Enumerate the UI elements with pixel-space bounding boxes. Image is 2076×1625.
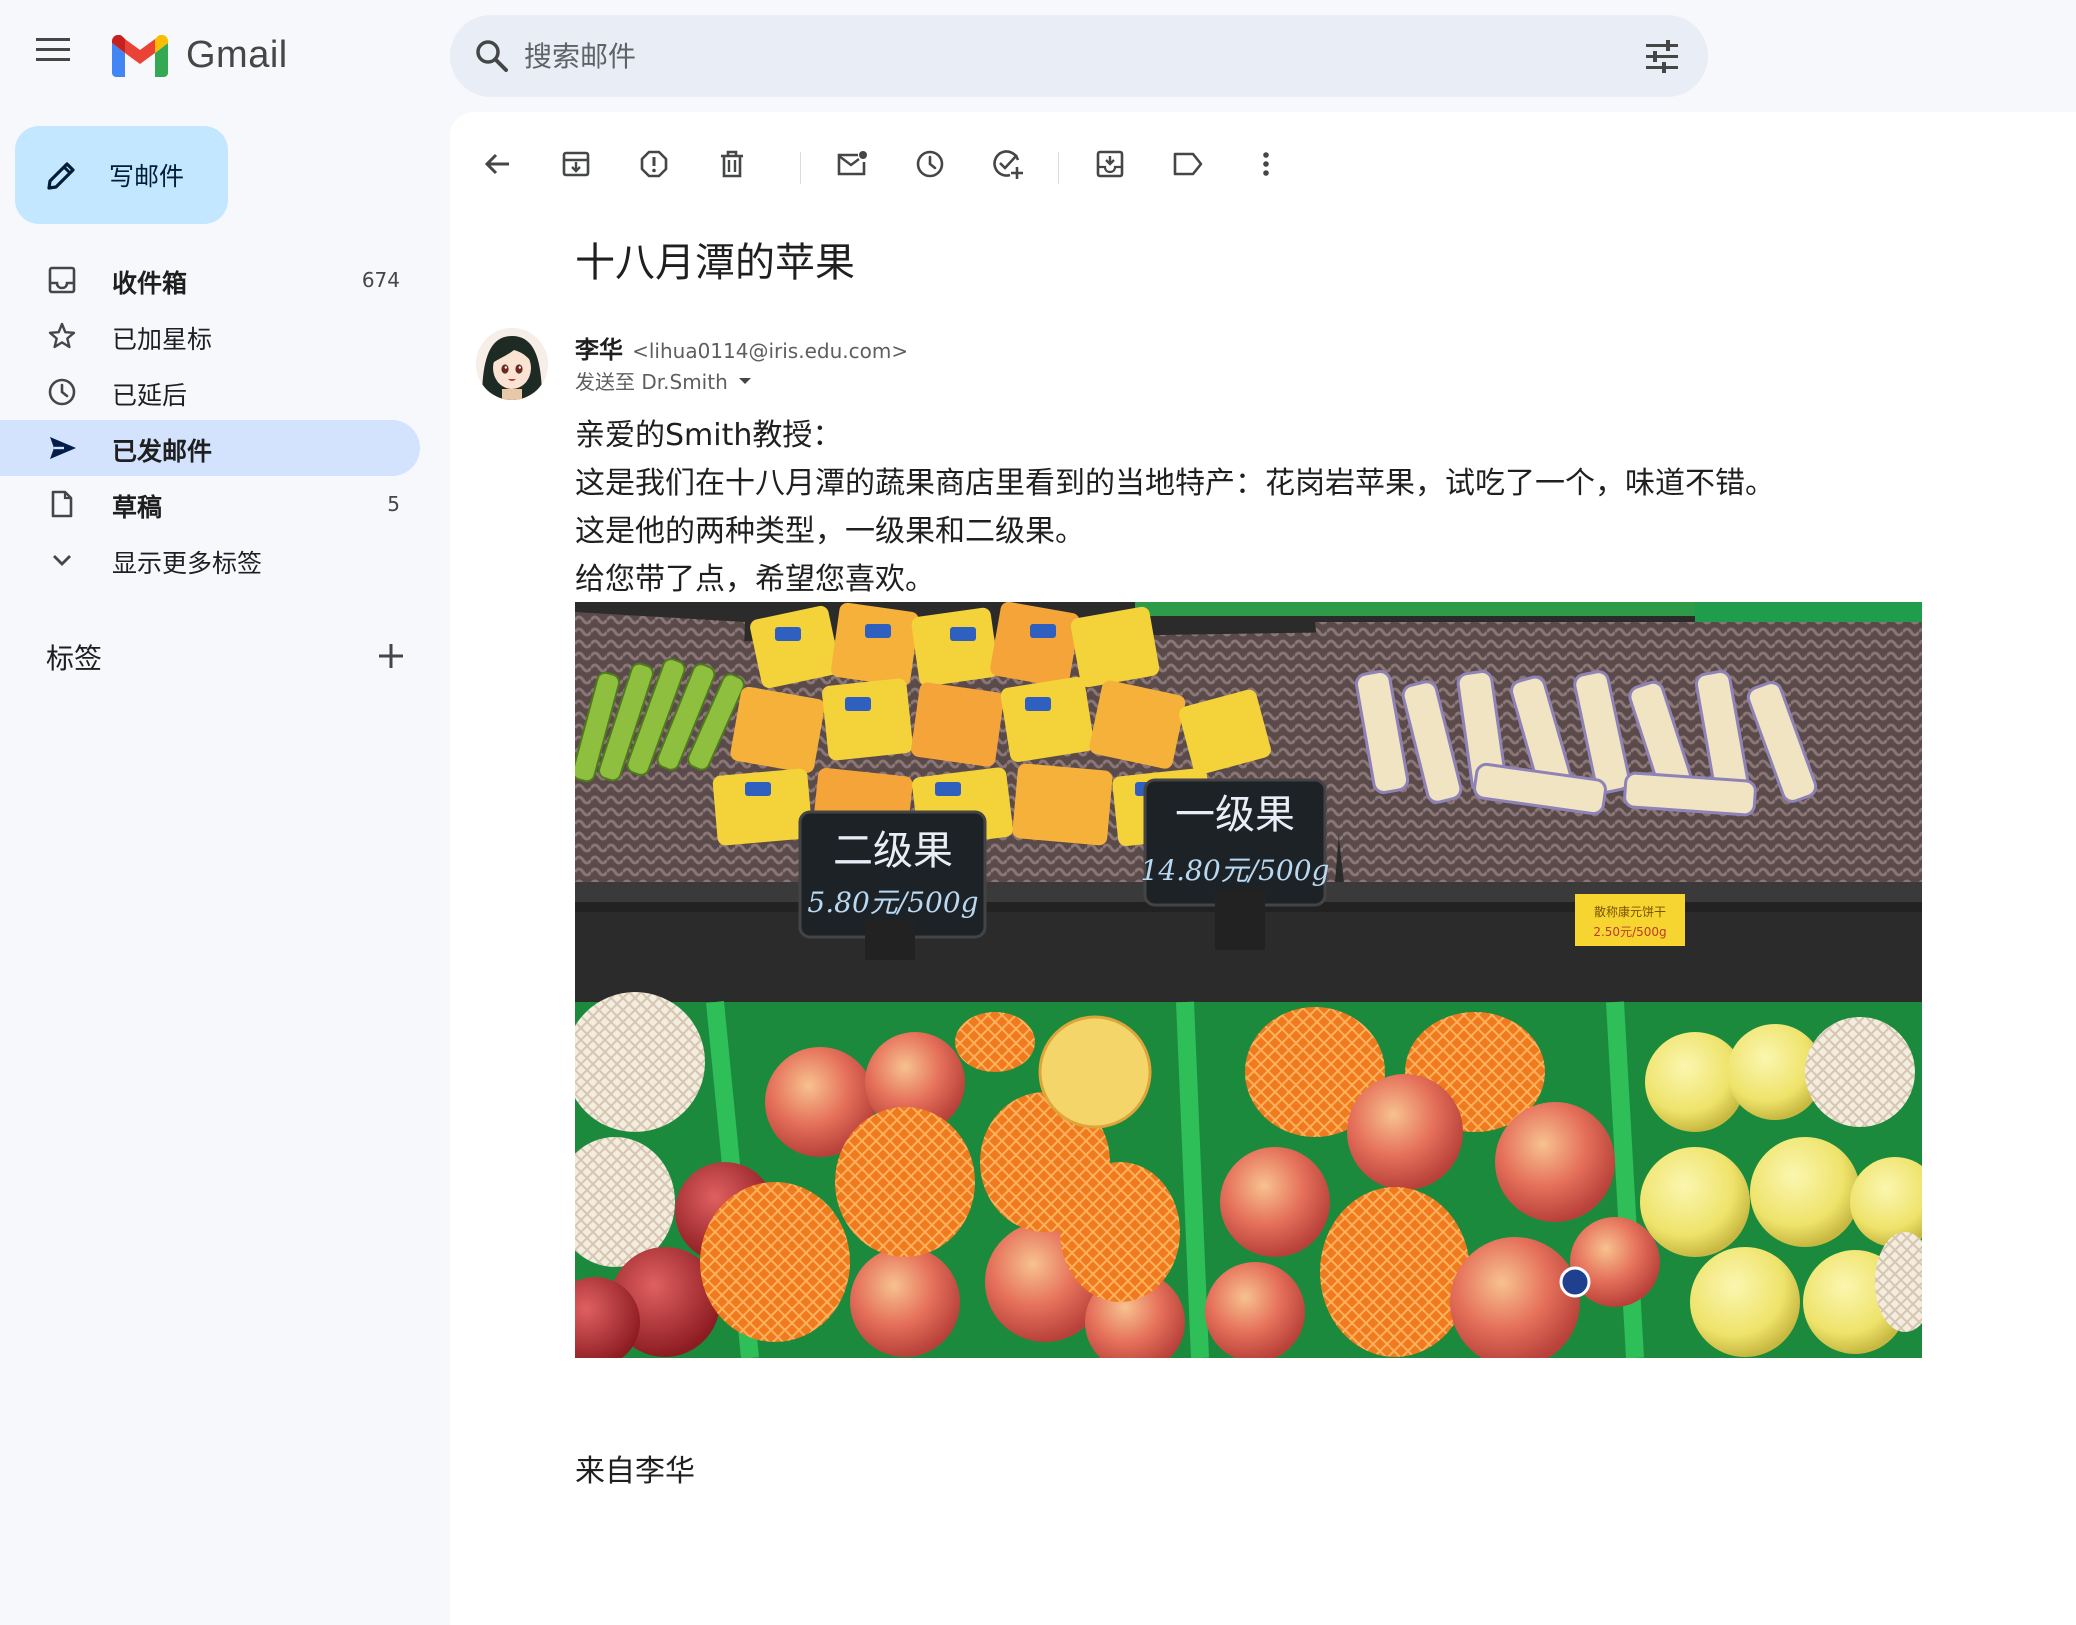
price-tag-title: 散称康元饼干 bbox=[1594, 904, 1666, 919]
add-label-icon[interactable] bbox=[376, 641, 406, 671]
message-toolbar bbox=[450, 136, 1450, 196]
fruit-stand-photo: 散称康元饼干 2.50元/500g 二级果 5.80元/500g 一级果 14.… bbox=[575, 602, 1922, 1358]
labels-section-header: 标签 bbox=[46, 637, 406, 677]
draft-count: 5 bbox=[387, 492, 400, 516]
snooze-icon bbox=[916, 150, 944, 178]
grade-2-sign: 二级果 5.80元/500g bbox=[798, 810, 987, 960]
sidebar-item-label: 已发邮件 bbox=[112, 437, 213, 466]
top-bar: Gmail bbox=[0, 0, 2076, 112]
sidebar-item-label: 草稿 bbox=[112, 493, 163, 522]
labels-title: 标签 bbox=[46, 642, 103, 675]
sidebar-item-inbox[interactable]: 收件箱 674 bbox=[0, 252, 420, 308]
sidebar-item-label: 显示更多标签 bbox=[112, 549, 263, 578]
compose-button[interactable]: 写邮件 bbox=[15, 126, 228, 224]
clock-icon bbox=[48, 378, 76, 406]
star-icon bbox=[48, 322, 76, 349]
recipient-details-toggle[interactable]: 发送至 Dr.Smith bbox=[575, 366, 752, 395]
archive-button[interactable] bbox=[556, 144, 596, 184]
delete-icon bbox=[721, 150, 743, 178]
add-task-icon bbox=[993, 150, 1023, 179]
sidebar-item-drafts[interactable]: 草稿 5 bbox=[0, 476, 420, 532]
gmail-logo[interactable]: Gmail bbox=[112, 34, 288, 77]
more-icon bbox=[1263, 152, 1269, 176]
inbox-icon bbox=[48, 266, 76, 294]
avatar-illustration bbox=[476, 328, 548, 400]
price-tag-price: 2.50元/500g bbox=[1593, 925, 1666, 939]
unread-count: 674 bbox=[361, 268, 400, 292]
sender-line: 李华 <lihua0114@iris.edu.com> bbox=[575, 330, 908, 365]
email-body: 亲爱的Smith教授： 这是我们在十八月潭的蔬果商店里看到的当地特产：花岗岩苹果… bbox=[575, 412, 1975, 604]
toolbar-divider bbox=[800, 152, 801, 184]
message-view: 十八月潭的苹果 李华 <lihua0114@iris.edu.com> 发送至 … bbox=[450, 112, 2076, 1625]
archive-icon bbox=[562, 151, 590, 177]
sidebar-item-label: 已延后 bbox=[112, 381, 188, 410]
email-subject: 十八月潭的苹果 bbox=[575, 240, 855, 286]
labels-button[interactable] bbox=[1168, 144, 1208, 184]
search-icon[interactable] bbox=[472, 36, 512, 76]
sidebar-item-more[interactable]: 显示更多标签 bbox=[0, 532, 420, 588]
caret-down-icon bbox=[738, 377, 751, 384]
add-to-tasks-button[interactable] bbox=[988, 144, 1028, 184]
body-line: 这是他的两种类型，一级果和二级果。 bbox=[575, 514, 1085, 549]
sidebar-nav: 收件箱 674 已加星标 已延后 已发邮件 草稿 5 显示更多标签 bbox=[0, 252, 430, 588]
search-bar[interactable] bbox=[450, 15, 1708, 97]
toolbar-divider bbox=[1058, 152, 1059, 184]
report-spam-button[interactable] bbox=[634, 144, 674, 184]
sidebar-item-label: 已加星标 bbox=[112, 325, 213, 354]
send-icon bbox=[50, 437, 76, 459]
sender-avatar[interactable] bbox=[476, 328, 548, 400]
pencil-icon bbox=[47, 162, 75, 190]
delete-button[interactable] bbox=[712, 144, 752, 184]
move-to-button[interactable] bbox=[1090, 144, 1130, 184]
app-name: Gmail bbox=[186, 34, 288, 76]
body-line: 亲爱的Smith教授： bbox=[575, 418, 843, 453]
gmail-m-icon bbox=[112, 34, 168, 77]
report-spam-icon bbox=[640, 150, 668, 178]
sidebar-item-starred[interactable]: 已加星标 bbox=[0, 308, 420, 364]
grade-2-price: 5.80元/500g bbox=[807, 886, 978, 919]
mark-unread-icon bbox=[837, 151, 867, 176]
search-input[interactable] bbox=[524, 15, 1604, 97]
sender-email: <lihua0114@iris.edu.com> bbox=[632, 339, 909, 363]
label-icon bbox=[1173, 152, 1203, 176]
body-line: 给您带了点，希望您喜欢。 bbox=[575, 562, 935, 597]
body-line: 这是我们在十八月潭的蔬果商店里看到的当地特产：花岗岩苹果，试吃了一个，味道不错。 bbox=[575, 466, 1775, 501]
inline-photo[interactable]: 散称康元饼干 2.50元/500g 二级果 5.80元/500g 一级果 14.… bbox=[575, 602, 1922, 1358]
back-button[interactable] bbox=[478, 144, 518, 184]
grade-1-label: 一级果 bbox=[1175, 792, 1295, 838]
move-to-icon bbox=[1096, 150, 1124, 178]
search-options-icon[interactable] bbox=[1644, 38, 1680, 74]
snooze-button[interactable] bbox=[910, 144, 950, 184]
back-arrow-icon bbox=[484, 153, 509, 175]
hamburger-icon bbox=[36, 38, 70, 61]
more-options-button[interactable] bbox=[1246, 144, 1286, 184]
grade-2-label: 二级果 bbox=[833, 828, 953, 874]
grade-1-price: 14.80元/500g bbox=[1141, 854, 1330, 887]
compose-label: 写邮件 bbox=[109, 162, 185, 191]
draft-icon bbox=[51, 490, 73, 518]
chevron-down-icon bbox=[53, 555, 71, 566]
sidebar-item-label: 收件箱 bbox=[112, 269, 188, 298]
sender-name[interactable]: 李华 bbox=[575, 336, 623, 364]
main-menu-button[interactable] bbox=[36, 36, 90, 76]
recipient-label: 发送至 Dr.Smith bbox=[575, 370, 728, 394]
email-signature: 来自李华 bbox=[575, 1454, 695, 1489]
sidebar-item-sent[interactable]: 已发邮件 bbox=[0, 420, 420, 476]
sidebar-item-snoozed[interactable]: 已延后 bbox=[0, 364, 420, 420]
mark-unread-button[interactable] bbox=[832, 144, 872, 184]
